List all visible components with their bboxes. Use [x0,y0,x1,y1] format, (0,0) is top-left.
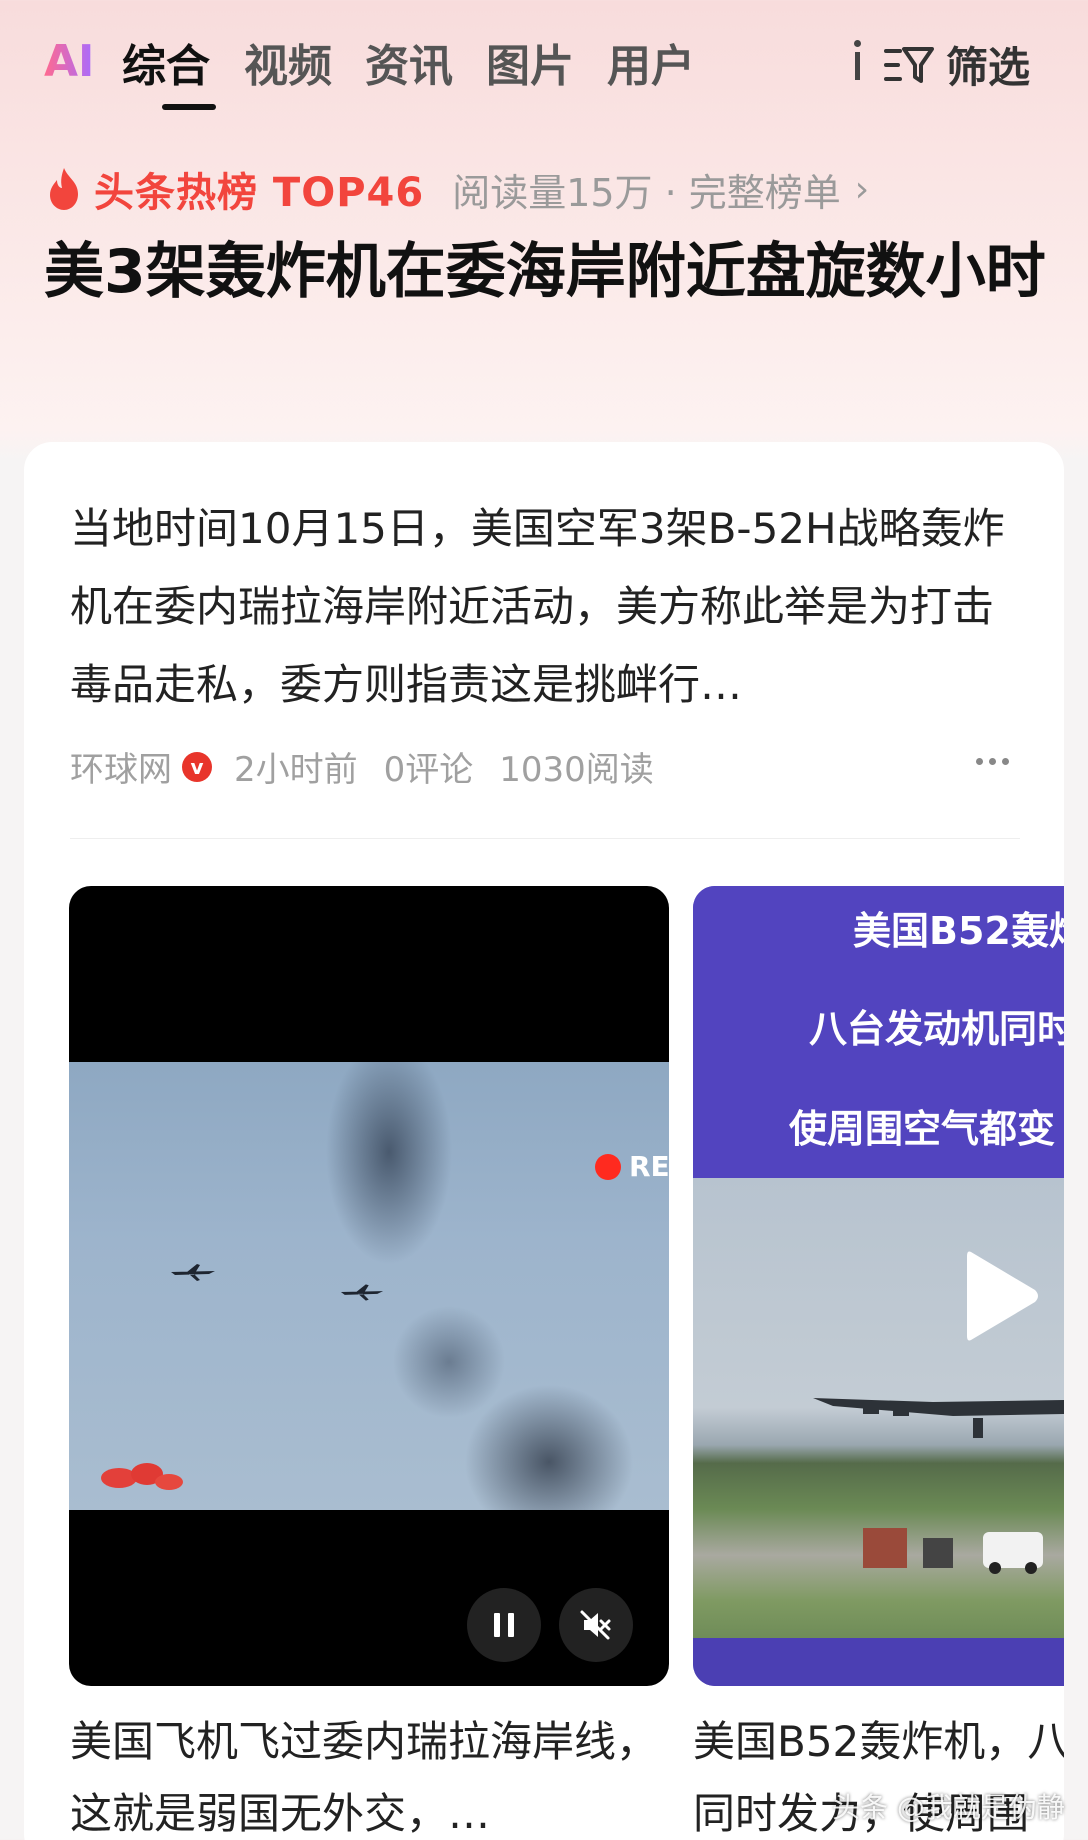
divider [70,838,1020,839]
info-icon[interactable] [854,36,862,82]
play-icon[interactable] [961,1246,1041,1346]
hot-list-row[interactable]: 头条热榜 TOP46 阅读量15万 · 完整榜单 › [44,160,869,218]
plane-image [171,1264,215,1281]
timestamp: 2小时前 [234,750,358,790]
rec-label: REC [629,1150,669,1183]
vehicles-image [863,1528,1043,1574]
top-nav: AI 综合 视频 资讯 图片 用户 筛选 [0,0,1088,120]
bomber-image [813,1398,1064,1438]
ai-button[interactable]: AI [44,36,94,87]
video-frame [693,1178,1064,1638]
record-dot-icon [595,1153,621,1180]
pause-button[interactable] [467,1588,541,1662]
pause-icon [494,1613,514,1637]
source-name[interactable]: 环球网 [70,742,172,791]
filter-label: 筛选 [946,43,1031,92]
verified-icon: v [182,751,212,782]
caption-line: 使周围空气都变 [789,1107,1056,1151]
video-player-2[interactable]: 美国B52轰炸 八台发动机同时 使周围空气都变 [693,886,1064,1686]
video-title-2-line: 美国B52轰炸机，八 [693,1717,1064,1766]
filter-button[interactable]: 筛选 [884,34,1030,95]
plane-image [340,1284,384,1301]
rec-indicator: REC [595,1150,669,1183]
article-card: 当地时间10月15日，美国空军3架B-52H战略轰炸机在委内瑞拉海岸附近活动，美… [24,442,1064,1840]
video-title-1[interactable]: 美国飞机飞过委内瑞拉海岸线，这就是弱国无外交，… [70,1706,670,1840]
read-count: 1030阅读 [499,750,654,790]
flame-icon [50,168,78,210]
active-tab-indicator [162,104,216,110]
filter-icon [884,46,934,83]
article-summary[interactable]: 当地时间10月15日，美国空军3架B-52H战略轰炸机在委内瑞拉海岸附近活动，美… [70,490,1030,724]
tab-comprehensive[interactable]: 综合 [122,30,210,94]
video-player-1[interactable]: REC [69,886,669,1686]
more-options-icon[interactable] [976,758,1009,765]
mute-icon [580,1610,611,1640]
article-meta: 环球网 v 2小时前 0评论 1030阅读 [70,742,680,791]
caption-line: 八台发动机同时 [809,1007,1064,1051]
chevron-right-icon: › [854,168,870,210]
hot-list-label: 头条热榜 TOP46 [94,170,425,216]
page-title[interactable]: 美3架轰炸机在委海岸附近盘旋数小时 [44,230,1054,314]
tab-images[interactable]: 图片 [486,30,574,94]
red-marker [101,1463,183,1490]
tab-news[interactable]: 资讯 [365,30,453,94]
comment-count: 0评论 [383,750,474,790]
mute-button[interactable] [559,1588,633,1662]
watermark: 头条 @我就是伪静 [832,1791,1065,1824]
video-bottom-bar [693,1638,1064,1686]
tab-video[interactable]: 视频 [244,30,332,94]
video-caption-panel: 美国B52轰炸 八台发动机同时 使周围空气都变 [693,886,1064,1178]
tab-users[interactable]: 用户 [607,30,695,94]
caption-line: 美国B52轰炸 [853,909,1064,953]
read-count-link[interactable]: 阅读量15万 · 完整榜单 [452,162,841,217]
